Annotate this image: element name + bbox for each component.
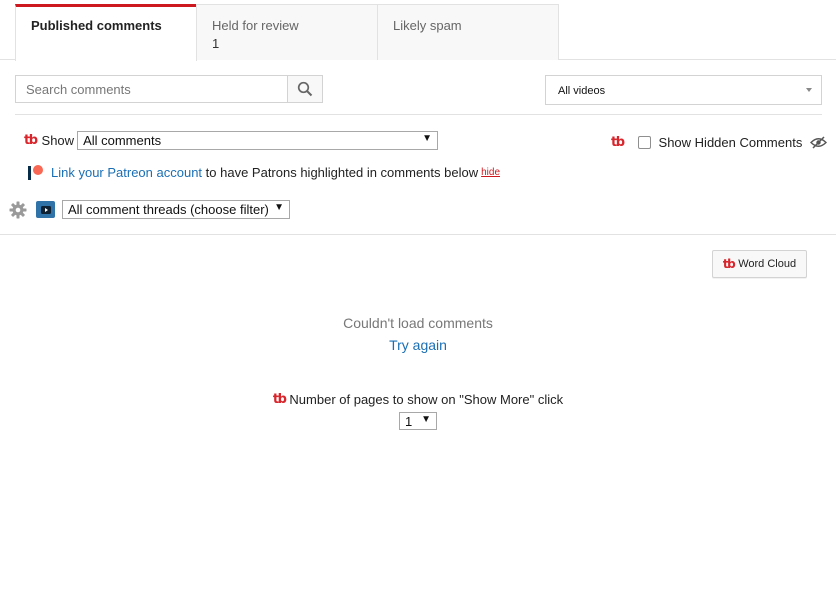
word-cloud-button[interactable]: tb Word Cloud — [712, 250, 807, 278]
search-icon — [297, 81, 313, 97]
hide-patreon-link[interactable]: hide — [481, 167, 500, 178]
tubebuddy-logo-icon: tb — [24, 133, 38, 148]
search-input[interactable] — [15, 75, 287, 103]
tubebuddy-logo-icon: tb — [722, 257, 736, 271]
dropdown-arrow-icon: ▼ — [274, 202, 284, 213]
divider — [0, 234, 836, 235]
eye-slash-icon[interactable] — [810, 136, 828, 149]
tab-label: Likely spam — [393, 18, 462, 33]
patreon-icon — [28, 165, 43, 180]
youtube-play-icon — [36, 201, 55, 218]
tubebuddy-logo-icon: tb — [611, 135, 625, 150]
pages-select-value: 1 — [405, 414, 413, 429]
try-again-link[interactable]: Try again — [389, 337, 447, 353]
show-hidden-comments-label: Show Hidden Comments — [658, 135, 803, 150]
thread-filter-select[interactable]: All comment threads (choose filter) ▼ — [62, 200, 290, 219]
chevron-down-icon — [806, 88, 812, 92]
pages-select-wrapper: 1 ▼ — [399, 412, 437, 430]
dropdown-arrow-icon: ▼ — [421, 414, 431, 425]
thread-filter-value: All comment threads (choose filter) — [68, 202, 269, 217]
search-bar — [15, 75, 323, 103]
show-label: Show — [41, 133, 75, 148]
link-patreon-link[interactable]: Link your Patreon account — [51, 165, 202, 180]
patreon-text: to have Patrons highlighted in comments … — [202, 165, 479, 180]
tab-count: 1 — [212, 36, 220, 51]
show-filter-value: All comments — [83, 133, 162, 148]
pages-select[interactable]: 1 ▼ — [399, 412, 437, 430]
divider — [15, 114, 822, 115]
patreon-row: Link your Patreon account to have Patron… — [28, 165, 500, 180]
video-filter-dropdown[interactable]: All videos — [545, 75, 822, 105]
gear-icon[interactable] — [9, 201, 27, 219]
show-filter-row: tb Show All comments ▼ — [24, 131, 439, 150]
tubebuddy-logo-icon: tb — [272, 392, 287, 407]
search-button[interactable] — [287, 75, 323, 103]
video-filter-value: All videos — [558, 85, 606, 97]
try-again-row: Try again — [0, 337, 836, 353]
dropdown-arrow-icon: ▼ — [422, 133, 433, 144]
word-cloud-label: Word Cloud — [738, 258, 797, 270]
tab-label: Held for review — [212, 18, 299, 33]
show-hidden-comments-checkbox[interactable] — [637, 136, 651, 149]
pages-row: tb Number of pages to show on "Show More… — [0, 392, 836, 407]
show-hidden-comments-row: tb Show Hidden Comments — [611, 135, 828, 150]
show-filter-select[interactable]: All comments ▼ — [77, 131, 439, 150]
tab-published-comments[interactable]: Published comments — [15, 4, 197, 61]
tab-likely-spam[interactable]: Likely spam — [377, 4, 559, 60]
tab-held-for-review[interactable]: Held for review 1 — [196, 4, 378, 60]
pages-label: Number of pages to show on "Show More" c… — [289, 392, 564, 407]
comment-tabs: Published comments Held for review 1 Lik… — [0, 0, 836, 61]
tab-label: Published comments — [31, 18, 162, 33]
error-message: Couldn't load comments — [343, 315, 493, 331]
thread-filter-row: All comment threads (choose filter) ▼ — [9, 200, 290, 219]
